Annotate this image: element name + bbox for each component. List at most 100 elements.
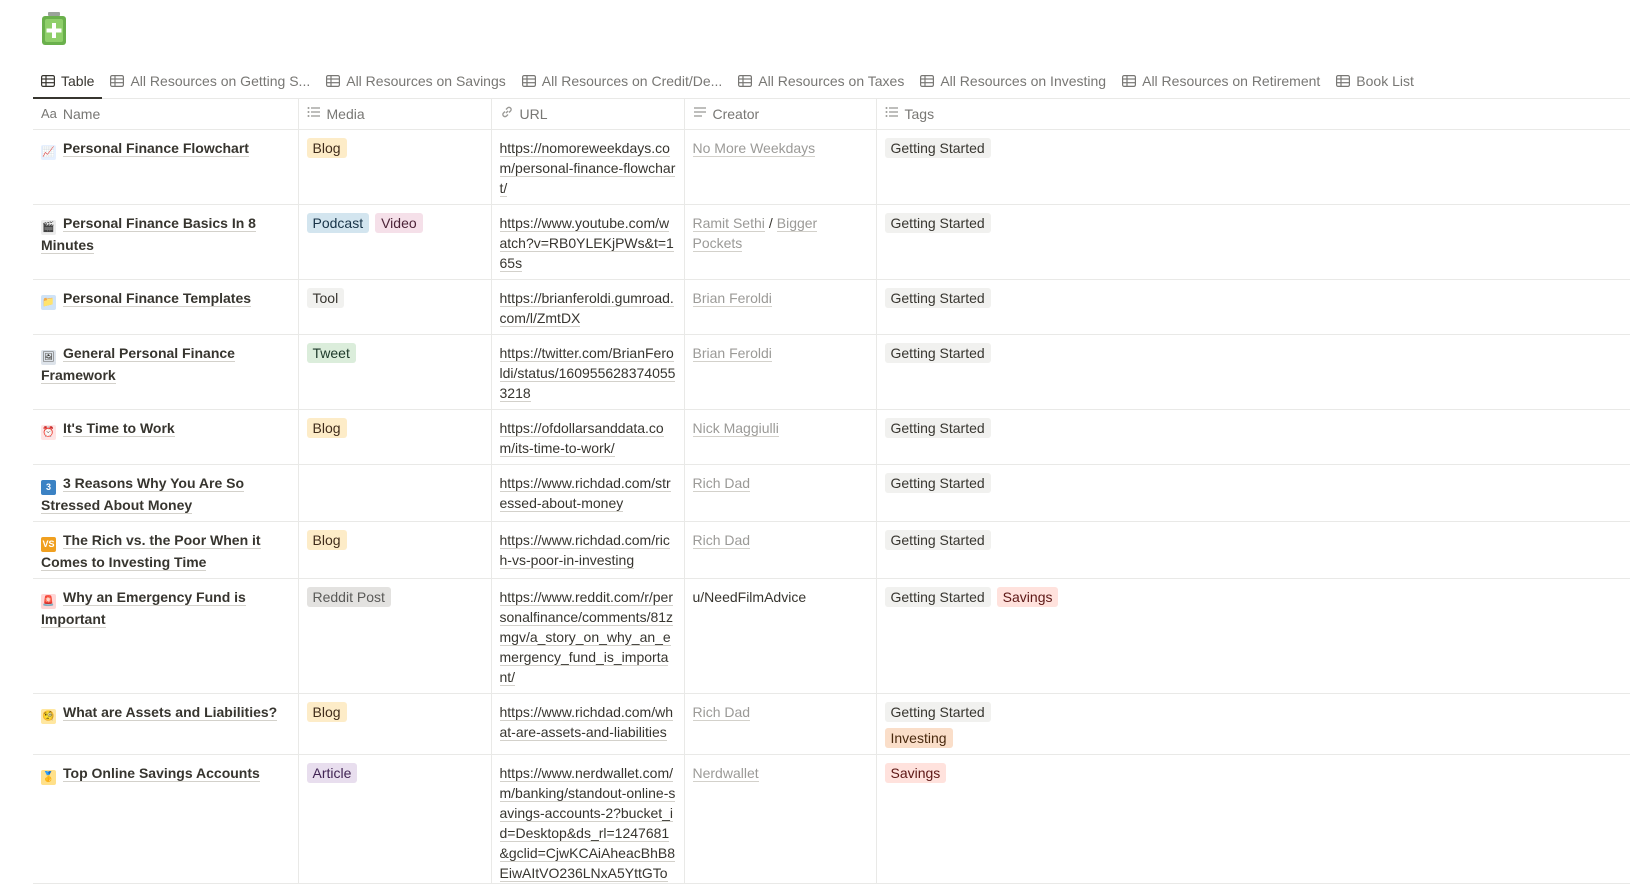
column-header-media[interactable]: Media bbox=[298, 98, 492, 130]
column-header-name[interactable]: Aa Name bbox=[33, 98, 299, 130]
creator-name[interactable]: Nerdwallet bbox=[692, 765, 759, 782]
url-cell[interactable]: https://www.richdad.com/what-are-assets-… bbox=[491, 693, 685, 755]
name-cell[interactable]: 🖼 General Personal Finance Framework bbox=[33, 334, 299, 410]
creator-name[interactable]: Brian Feroldi bbox=[692, 345, 772, 362]
name-cell[interactable]: VS The Rich vs. the Poor When it Comes to… bbox=[33, 521, 299, 579]
tab-view-0[interactable]: Table bbox=[33, 64, 103, 99]
table-row[interactable]: 33 Reasons Why You Are So Stressed About… bbox=[33, 464, 1630, 522]
name-cell[interactable]: 🚨 Why an Emergency Fund is Important bbox=[33, 578, 299, 694]
tab-view-2[interactable]: All Resources on Savings bbox=[318, 64, 514, 98]
creator-cell[interactable]: No More Weekdays bbox=[684, 129, 877, 205]
table-row[interactable]: 🎬 Personal Finance Basics In 8 Minutes Pod… bbox=[33, 204, 1630, 280]
name-cell[interactable]: 33 Reasons Why You Are So Stressed About… bbox=[33, 464, 299, 522]
url-cell[interactable]: https://www.richdad.com/stressed-about-m… bbox=[491, 464, 685, 522]
url-link[interactable]: https://www.richdad.com/stressed-about-m… bbox=[499, 475, 671, 512]
tab-view-3[interactable]: All Resources on Credit/De... bbox=[514, 64, 731, 98]
creator-cell[interactable]: Rich Dad bbox=[684, 693, 877, 755]
url-link[interactable]: https://www.reddit.com/r/personalfinance… bbox=[499, 589, 674, 686]
tags-cell[interactable]: Getting Started bbox=[876, 521, 1630, 579]
row-title[interactable]: Personal Finance Flowchart bbox=[63, 140, 249, 157]
row-title[interactable]: The Rich vs. the Poor When it Comes to I… bbox=[41, 532, 261, 571]
row-title[interactable]: Personal Finance Templates bbox=[63, 290, 252, 307]
table-row[interactable]: ⏰ It's Time to Work Blog https://ofdollarsa… bbox=[33, 409, 1630, 465]
column-header-url[interactable]: URL bbox=[491, 98, 685, 130]
table-row[interactable]: 📈 Personal Finance Flowchart Blog https://n… bbox=[33, 129, 1630, 205]
media-cell[interactable]: Blog bbox=[298, 409, 492, 465]
creator-name[interactable]: Brian Feroldi bbox=[692, 290, 772, 307]
media-cell[interactable]: Blog bbox=[298, 521, 492, 579]
url-link[interactable]: https://nomoreweekdays.com/personal-fina… bbox=[499, 140, 676, 197]
creator-cell[interactable]: Brian Feroldi bbox=[684, 334, 877, 410]
media-cell[interactable]: Blog bbox=[298, 693, 492, 755]
creator-name[interactable]: Rich Dad bbox=[692, 532, 751, 549]
url-cell[interactable]: https://twitter.com/BrianFeroldi/status/… bbox=[491, 334, 685, 410]
url-link[interactable]: https://www.nerdwallet.com/m/banking/sta… bbox=[499, 765, 676, 883]
url-cell[interactable]: https://www.nerdwallet.com/m/banking/sta… bbox=[491, 754, 685, 884]
page-icon-battery[interactable] bbox=[40, 12, 68, 46]
tab-view-1[interactable]: All Resources on Getting S... bbox=[102, 64, 318, 98]
creator-cell[interactable]: Ramit Sethi / Bigger Pockets bbox=[684, 204, 877, 280]
column-header-tags[interactable]: Tags bbox=[876, 98, 1630, 130]
creator-name[interactable]: No More Weekdays bbox=[692, 140, 816, 157]
tab-view-5[interactable]: All Resources on Investing bbox=[912, 64, 1114, 98]
creator-name[interactable]: Rich Dad bbox=[692, 475, 751, 492]
table-row[interactable]: VS The Rich vs. the Poor When it Comes to… bbox=[33, 521, 1630, 579]
url-link[interactable]: https://twitter.com/BrianFeroldi/status/… bbox=[499, 345, 676, 402]
tab-view-7[interactable]: Book List bbox=[1328, 64, 1422, 98]
creator-name[interactable]: Rich Dad bbox=[692, 704, 751, 721]
tags-cell[interactable]: Getting Started Savings bbox=[876, 578, 1630, 694]
table-row[interactable]: 📁 Personal Finance Templates Tool https://b… bbox=[33, 279, 1630, 335]
tab-view-4[interactable]: All Resources on Taxes bbox=[730, 64, 912, 98]
tab-view-6[interactable]: All Resources on Retirement bbox=[1114, 64, 1328, 98]
media-cell[interactable]: Tool bbox=[298, 279, 492, 335]
url-cell[interactable]: https://nomoreweekdays.com/personal-fina… bbox=[491, 129, 685, 205]
tags-cell[interactable]: Savings bbox=[876, 754, 1630, 884]
row-title[interactable]: Personal Finance Basics In 8 Minutes bbox=[41, 215, 256, 254]
url-link[interactable]: https://www.richdad.com/rich-vs-poor-in-… bbox=[499, 532, 670, 569]
url-link[interactable]: https://www.youtube.com/watch?v=RB0YLEKj… bbox=[499, 215, 674, 272]
media-cell[interactable]: Reddit Post bbox=[298, 578, 492, 694]
creator-name[interactable]: Ramit Sethi bbox=[692, 215, 765, 232]
name-cell[interactable]: 🧐 What are Assets and Liabilities? bbox=[33, 693, 299, 755]
creator-cell[interactable]: Rich Dad bbox=[684, 521, 877, 579]
creator-cell[interactable]: u/NeedFilmAdvice bbox=[684, 578, 877, 694]
row-title[interactable]: It's Time to Work bbox=[63, 420, 175, 437]
media-cell[interactable]: Tweet bbox=[298, 334, 492, 410]
url-link[interactable]: https://www.richdad.com/what-are-assets-… bbox=[499, 704, 674, 741]
creator-cell[interactable]: Rich Dad bbox=[684, 464, 877, 522]
column-header-creator[interactable]: Creator bbox=[684, 98, 877, 130]
name-cell[interactable]: 📈 Personal Finance Flowchart bbox=[33, 129, 299, 205]
row-title[interactable]: 3 Reasons Why You Are So Stressed About … bbox=[41, 475, 245, 514]
media-cell[interactable]: Article bbox=[298, 754, 492, 884]
tags-cell[interactable]: Getting Started bbox=[876, 129, 1630, 205]
table-row[interactable]: 🚨 Why an Emergency Fund is Important Reddi… bbox=[33, 578, 1630, 694]
url-cell[interactable]: https://brianferoldi.gumroad.com/l/ZmtDX bbox=[491, 279, 685, 335]
tags-cell[interactable]: Getting Started bbox=[876, 204, 1630, 280]
tags-cell[interactable]: Getting Started bbox=[876, 334, 1630, 410]
creator-cell[interactable]: Nerdwallet bbox=[684, 754, 877, 884]
name-cell[interactable]: 🥇 Top Online Savings Accounts bbox=[33, 754, 299, 884]
name-cell[interactable]: 📁 Personal Finance Templates bbox=[33, 279, 299, 335]
table-row[interactable]: 🧐 What are Assets and Liabilities? Blog htt… bbox=[33, 693, 1630, 755]
creator-name[interactable]: Nick Maggiulli bbox=[692, 420, 779, 437]
row-title[interactable]: Why an Emergency Fund is Important bbox=[41, 589, 246, 628]
url-link[interactable]: https://brianferoldi.gumroad.com/l/ZmtDX bbox=[499, 290, 674, 327]
row-title[interactable]: Top Online Savings Accounts bbox=[63, 765, 260, 782]
url-cell[interactable]: https://www.youtube.com/watch?v=RB0YLEKj… bbox=[491, 204, 685, 280]
tags-cell[interactable]: Getting Started bbox=[876, 279, 1630, 335]
tags-cell[interactable]: Getting Started bbox=[876, 409, 1630, 465]
tags-cell[interactable]: Getting Started bbox=[876, 464, 1630, 522]
table-row[interactable]: 🥇 Top Online Savings Accounts Article https… bbox=[33, 754, 1630, 884]
tags-cell[interactable]: Getting Started Investing bbox=[876, 693, 1630, 755]
media-cell[interactable]: Podcast Video bbox=[298, 204, 492, 280]
media-cell[interactable] bbox=[298, 464, 492, 522]
creator-cell[interactable]: Brian Feroldi bbox=[684, 279, 877, 335]
url-cell[interactable]: https://www.reddit.com/r/personalfinance… bbox=[491, 578, 685, 694]
url-cell[interactable]: https://www.richdad.com/rich-vs-poor-in-… bbox=[491, 521, 685, 579]
name-cell[interactable]: ⏰ It's Time to Work bbox=[33, 409, 299, 465]
media-cell[interactable]: Blog bbox=[298, 129, 492, 205]
row-title[interactable]: General Personal Finance Framework bbox=[41, 345, 235, 384]
url-link[interactable]: https://ofdollarsanddata.com/its-time-to… bbox=[499, 420, 664, 457]
name-cell[interactable]: 🎬 Personal Finance Basics In 8 Minutes bbox=[33, 204, 299, 280]
row-title[interactable]: What are Assets and Liabilities? bbox=[63, 704, 278, 721]
